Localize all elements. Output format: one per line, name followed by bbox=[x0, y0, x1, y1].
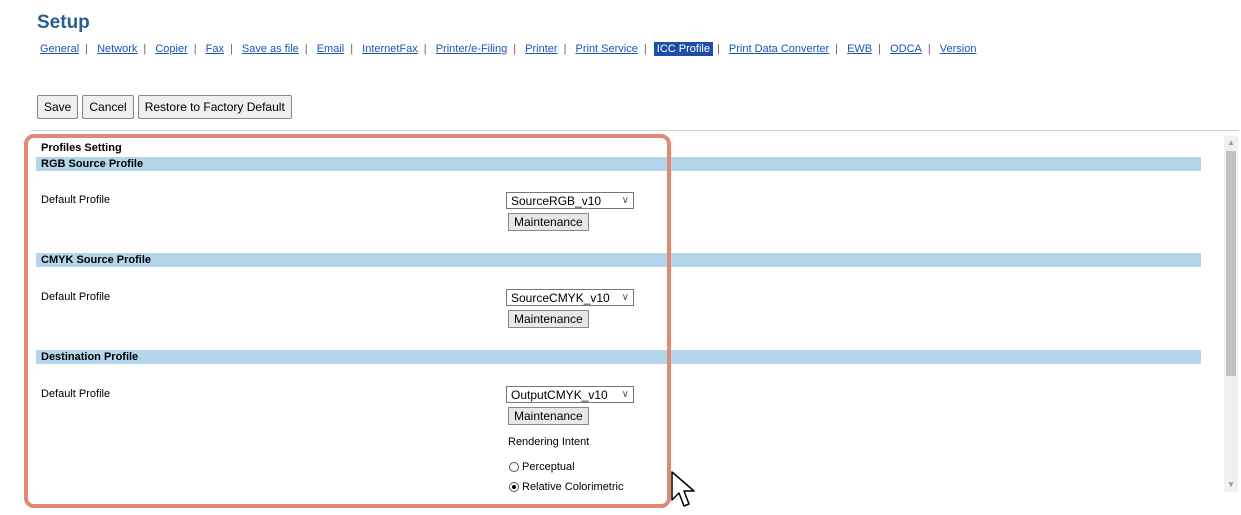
destination-profile-header: Destination Profile bbox=[36, 350, 1201, 364]
nav-email[interactable]: Email bbox=[315, 43, 347, 55]
cancel-button[interactable]: Cancel bbox=[82, 95, 134, 119]
vertical-scrollbar[interactable]: ▲ ▼ bbox=[1224, 136, 1238, 492]
rgb-source-profile-header: RGB Source Profile bbox=[36, 157, 1201, 171]
nav-separator: | bbox=[716, 43, 720, 55]
chevron-down-icon: ∨ bbox=[621, 195, 629, 206]
profiles-panel: Profiles Setting RGB Source Profile Defa… bbox=[31, 130, 1239, 507]
radio-button-selected[interactable] bbox=[509, 482, 519, 492]
save-button[interactable]: Save bbox=[37, 95, 79, 119]
chevron-down-icon: ∨ bbox=[621, 389, 629, 400]
profiles-setting-title: Profiles Setting bbox=[41, 142, 122, 154]
destination-maintenance-button[interactable]: Maintenance bbox=[508, 407, 589, 425]
nav-print-service[interactable]: Print Service bbox=[574, 43, 640, 55]
rendering-intent-relative-colorimetric[interactable]: Relative Colorimetric bbox=[509, 481, 623, 493]
nav-separator: | bbox=[85, 43, 88, 55]
nav-separator: | bbox=[878, 43, 881, 55]
rendering-intent-perceptual[interactable]: Perceptual bbox=[509, 461, 575, 473]
nav-ewb[interactable]: EWB bbox=[845, 43, 874, 55]
nav-printer[interactable]: Printer bbox=[523, 43, 559, 55]
radio-button[interactable] bbox=[509, 462, 519, 472]
nav-fax[interactable]: Fax bbox=[204, 43, 226, 55]
nav-separator: | bbox=[143, 43, 147, 55]
mouse-pointer-icon bbox=[670, 470, 698, 515]
nav-separator: | bbox=[927, 43, 931, 55]
cmyk-source-profile-header: CMYK Source Profile bbox=[36, 253, 1201, 267]
rgb-default-profile-label: Default Profile bbox=[41, 194, 111, 206]
cmyk-profile-select[interactable]: SourceCMYK_v10 ∨ bbox=[506, 289, 634, 306]
nav-internetfax[interactable]: InternetFax bbox=[360, 43, 420, 55]
nav-printer-efiling[interactable]: Printer/e-Filing bbox=[434, 43, 510, 55]
rgb-maintenance-button[interactable]: Maintenance bbox=[508, 213, 589, 231]
chevron-down-icon: ∨ bbox=[621, 292, 629, 303]
rgb-profile-select[interactable]: SourceRGB_v10 ∨ bbox=[506, 192, 634, 209]
nav-version[interactable]: Version bbox=[938, 43, 979, 55]
scrollbar-thumb[interactable] bbox=[1226, 151, 1236, 376]
cmyk-profile-select-value: SourceCMYK_v10 bbox=[511, 290, 610, 305]
nav-network[interactable]: Network bbox=[95, 43, 139, 55]
nav-save-as-file[interactable]: Save as file bbox=[240, 43, 301, 55]
rgb-profile-select-value: SourceRGB_v10 bbox=[511, 193, 602, 208]
restore-factory-default-button[interactable]: Restore to Factory Default bbox=[137, 95, 292, 119]
destination-profile-select[interactable]: OutputCMYK_v10 ∨ bbox=[506, 386, 634, 403]
toolbar: Save Cancel Restore to Factory Default bbox=[37, 95, 292, 119]
setup-nav: General | Network | Copier | Fax | Save as f… bbox=[38, 42, 979, 56]
cmyk-default-profile-label: Default Profile bbox=[41, 291, 111, 303]
nav-separator: | bbox=[350, 43, 354, 55]
nav-separator: | bbox=[423, 43, 427, 55]
rendering-intent-label: Rendering Intent bbox=[508, 436, 590, 448]
destination-profile-select-value: OutputCMYK_v10 bbox=[511, 387, 608, 402]
nav-separator: | bbox=[835, 43, 839, 55]
nav-separator: | bbox=[643, 43, 647, 55]
nav-odca[interactable]: ODCA bbox=[888, 43, 924, 55]
nav-icc-profile[interactable]: ICC Profile bbox=[653, 42, 713, 56]
relative-colorimetric-label: Relative Colorimetric bbox=[522, 481, 624, 493]
nav-print-data-converter[interactable]: Print Data Converter bbox=[727, 43, 831, 55]
chevron-up-icon[interactable]: ▲ bbox=[1224, 136, 1238, 150]
page-title: Setup bbox=[37, 12, 90, 33]
perceptual-label: Perceptual bbox=[522, 461, 575, 473]
nav-copier[interactable]: Copier bbox=[153, 43, 189, 55]
nav-general[interactable]: General bbox=[38, 43, 81, 55]
nav-separator: | bbox=[304, 43, 308, 55]
destination-default-profile-label: Default Profile bbox=[41, 388, 111, 400]
cmyk-maintenance-button[interactable]: Maintenance bbox=[508, 310, 589, 328]
chevron-down-icon[interactable]: ▼ bbox=[1224, 478, 1238, 492]
nav-separator: | bbox=[563, 43, 567, 55]
nav-separator: | bbox=[513, 43, 517, 55]
nav-separator: | bbox=[193, 43, 197, 55]
nav-separator: | bbox=[230, 43, 233, 55]
